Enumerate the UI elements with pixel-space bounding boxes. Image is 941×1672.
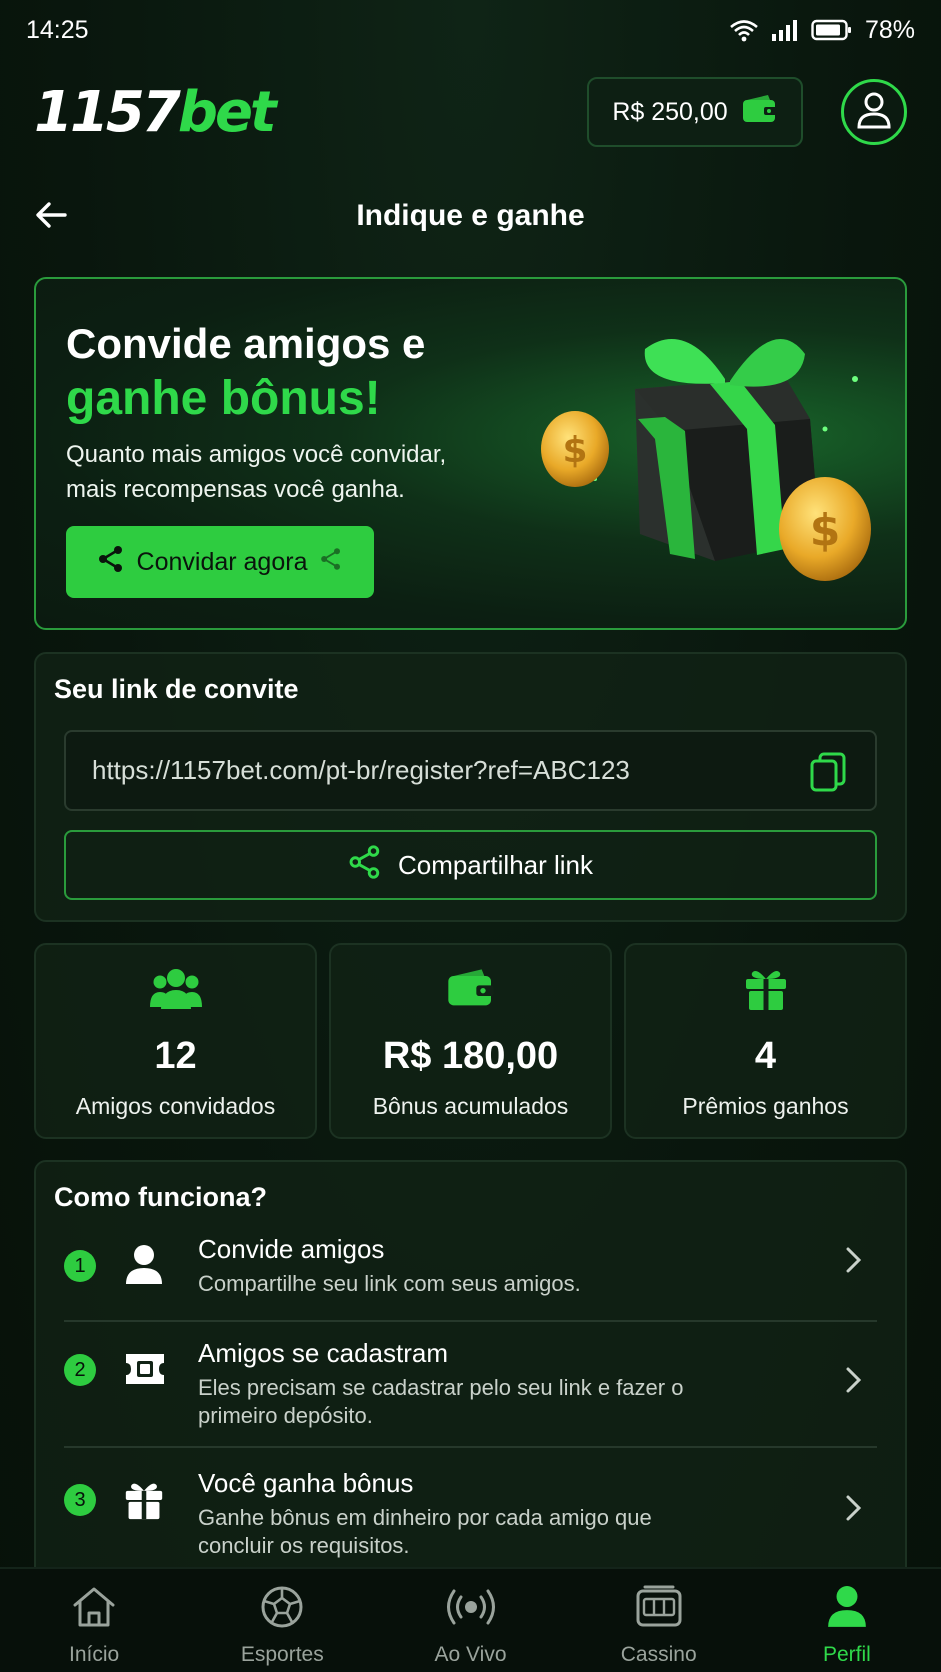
step-friends-register[interactable]: 2 Amigos se cadastram Eles precisam se c… <box>64 1322 877 1448</box>
invite-now-label: Convidar agora <box>136 547 308 576</box>
share-icon <box>97 545 125 580</box>
nav-label: Cassino <box>620 1643 697 1666</box>
nav-item-ao-vivo[interactable]: Ao Vivo <box>376 1569 564 1672</box>
logo-bet: bet <box>177 79 277 145</box>
wallet-icon <box>331 967 610 1009</box>
page-title-bar: Indique e ganhe <box>0 186 941 246</box>
share-link-button[interactable]: Compartilhar link <box>64 830 877 900</box>
hero-title-line1: Convide amigos e <box>66 320 426 367</box>
bottom-navigation: Início Esportes Ao Vivo Cassino Perfil <box>0 1567 941 1672</box>
invite-link-card: Seu link de convite https://1157bet.com/… <box>34 652 907 922</box>
friends-icon <box>36 967 315 1011</box>
gift-icon <box>124 1480 164 1525</box>
step-earn-bonus[interactable]: 3 Você ganha bônus Ganhe bônus em dinhei… <box>64 1448 877 1580</box>
nav-item-esportes[interactable]: Esportes <box>188 1569 376 1672</box>
step-title: Convide amigos <box>198 1234 385 1264</box>
home-icon <box>71 1585 117 1635</box>
nav-label: Ao Vivo <box>434 1643 507 1666</box>
nav-label: Esportes <box>240 1643 324 1666</box>
stat-prizes-won: 4 Prêmios ganhos <box>624 943 907 1139</box>
profile-icon <box>826 1585 868 1635</box>
step-title: Você ganha bônus <box>198 1468 414 1498</box>
stat-prizes-label: Prêmios ganhos <box>682 1093 849 1119</box>
user-icon <box>124 1244 164 1291</box>
balance-amount: R$ 250,00 <box>612 97 728 126</box>
share-icon <box>319 547 343 578</box>
step-description: Compartilhe seu link com seus amigos. <box>198 1271 581 1296</box>
copy-icon[interactable] <box>809 752 847 799</box>
how-it-works-title: Como funciona? <box>54 1182 267 1212</box>
step-title: Amigos se cadastram <box>198 1338 448 1368</box>
stat-friends-label: Amigos convidados <box>75 1093 276 1119</box>
balance-button[interactable]: R$ 250,00 <box>587 77 803 147</box>
invite-link-title: Seu link de convite <box>54 674 299 704</box>
slot-machine-icon <box>635 1585 683 1635</box>
app-header: 1157bet R$ 250,00 <box>0 72 941 152</box>
stat-friends-value: 12 <box>154 1035 197 1077</box>
battery-icon <box>811 18 853 42</box>
hero-title-line2: ganhe bônus! <box>66 372 381 425</box>
stat-friends-invited: 12 Amigos convidados <box>34 943 317 1139</box>
step-number: 3 <box>64 1484 96 1516</box>
svg-text:$: $ <box>562 430 587 471</box>
stat-bonus-accumulated: R$ 180,00 Bônus acumulados <box>329 943 612 1139</box>
referral-hero-banner: Convide amigos e ganhe bônus! Quanto mai… <box>34 277 907 630</box>
gift-box-illustration: $ $ <box>535 299 895 619</box>
share-icon <box>348 844 382 886</box>
signal-icon <box>771 18 799 42</box>
user-avatar-button[interactable] <box>841 79 907 145</box>
nav-item-cassino[interactable]: Cassino <box>565 1569 753 1672</box>
page-title: Indique e ganhe <box>356 199 585 232</box>
wifi-icon <box>729 18 759 42</box>
ticket-icon <box>124 1352 166 1391</box>
nav-label: Perfil <box>822 1643 871 1666</box>
live-broadcast-icon <box>446 1585 496 1635</box>
stat-bonus-label: Bônus acumulados <box>372 1093 569 1119</box>
step-number: 1 <box>64 1250 96 1282</box>
battery-percent: 78% <box>864 15 915 44</box>
brand-logo[interactable]: 1157bet <box>34 79 277 145</box>
stat-bonus-value: R$ 180,00 <box>382 1035 559 1077</box>
hero-subtitle: Quanto mais amigos você convidar, mais r… <box>66 441 447 503</box>
status-bar: 14:25 78% <box>0 0 941 60</box>
step-invite-friends[interactable]: 1 Convide amigos Compartilhe seu link co… <box>64 1234 877 1322</box>
status-time: 14:25 <box>26 15 89 44</box>
chevron-right-icon <box>845 1246 863 1279</box>
chevron-right-icon <box>845 1366 863 1399</box>
step-description: Eles precisam se cadastrar pelo seu link… <box>198 1375 684 1428</box>
chevron-right-icon <box>845 1494 863 1527</box>
back-arrow-icon[interactable] <box>34 198 68 237</box>
step-description: Ganhe bônus em dinheiro por cada amigo q… <box>198 1505 652 1558</box>
step-number: 2 <box>64 1354 96 1386</box>
gift-icon <box>626 967 905 1011</box>
logo-number: 1157 <box>34 79 181 145</box>
invite-link-field[interactable]: https://1157bet.com/pt-br/register?ref=A… <box>64 730 877 811</box>
invite-now-button[interactable]: Convidar agora <box>66 526 374 598</box>
share-link-label: Compartilhar link <box>397 849 594 880</box>
nav-label: Início <box>69 1643 120 1666</box>
how-it-works-card: Como funciona? 1 Convide amigos Comparti… <box>34 1160 907 1580</box>
wallet-icon <box>742 94 778 131</box>
invite-link-url: https://1157bet.com/pt-br/register?ref=A… <box>92 755 630 785</box>
user-icon <box>856 91 892 134</box>
stat-prizes-value: 4 <box>754 1035 777 1077</box>
nav-item-inicio[interactable]: Início <box>0 1569 188 1672</box>
nav-item-perfil[interactable]: Perfil <box>753 1569 941 1672</box>
status-icons: 78% <box>729 16 915 45</box>
svg-text:$: $ <box>810 505 841 556</box>
soccer-ball-icon <box>260 1585 304 1635</box>
